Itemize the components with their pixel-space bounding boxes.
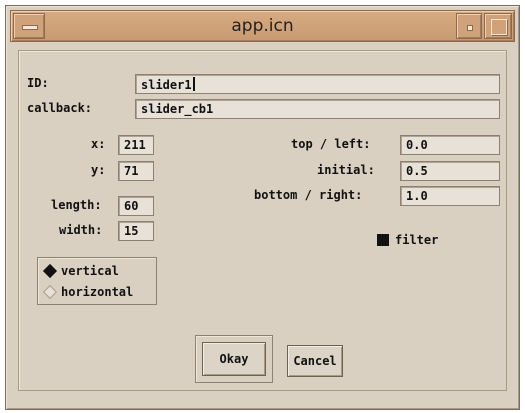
text-caret [192,77,195,91]
radio-selected-icon [42,263,58,279]
bottom-right-value: 1.0 [406,189,428,203]
length-value: 60 [124,199,139,213]
id-value: slider1 [141,78,192,92]
initial-value: 0.5 [406,164,428,178]
title-bar[interactable]: app.icn [10,10,515,42]
radio-unselected-icon [42,284,58,300]
maximize-icon[interactable] [484,13,512,39]
width-label: width: [59,223,103,237]
callback-value: slider_cb1 [141,102,214,116]
x-value: 211 [124,138,146,152]
x-field[interactable]: 211 [118,135,154,155]
initial-field[interactable]: 0.5 [400,161,500,181]
minimize-icon[interactable] [456,13,482,39]
radio-vertical[interactable]: vertical [42,261,119,281]
callback-label: callback: [27,101,93,115]
top-left-value: 0.0 [406,138,428,152]
width-field[interactable]: 15 [118,221,154,241]
application-window: app.icn ID: slider1 callback: slider_cb1… [5,5,520,410]
length-field[interactable]: 60 [118,196,154,216]
x-label: x: [91,137,106,151]
dialog-panel: ID: slider1 callback: slider_cb1 x: 211 … [18,50,507,391]
initial-label: initial: [317,163,375,177]
window-title: app.icn [231,16,294,36]
radio-vertical-label: vertical [61,264,119,278]
id-field[interactable]: slider1 [135,74,500,94]
top-left-label: top / left: [291,137,371,151]
orientation-radio-group: vertical horizontal [37,257,157,305]
filter-label: filter [395,233,439,247]
y-field[interactable]: 71 [118,161,154,181]
radio-horizontal[interactable]: horizontal [42,282,133,302]
cancel-button[interactable]: Cancel [287,345,343,377]
top-left-field[interactable]: 0.0 [400,135,500,155]
bottom-right-label: bottom / right: [254,188,363,202]
okay-button[interactable]: Okay [202,342,266,376]
callback-field[interactable]: slider_cb1 [135,99,500,119]
length-label: length: [51,198,102,212]
width-value: 15 [124,224,139,238]
y-label: y: [91,163,106,177]
id-label: ID: [27,76,49,90]
filter-checkbox[interactable] [377,234,389,246]
bottom-right-field[interactable]: 1.0 [400,186,500,206]
y-value: 71 [124,164,139,178]
radio-horizontal-label: horizontal [61,285,134,299]
